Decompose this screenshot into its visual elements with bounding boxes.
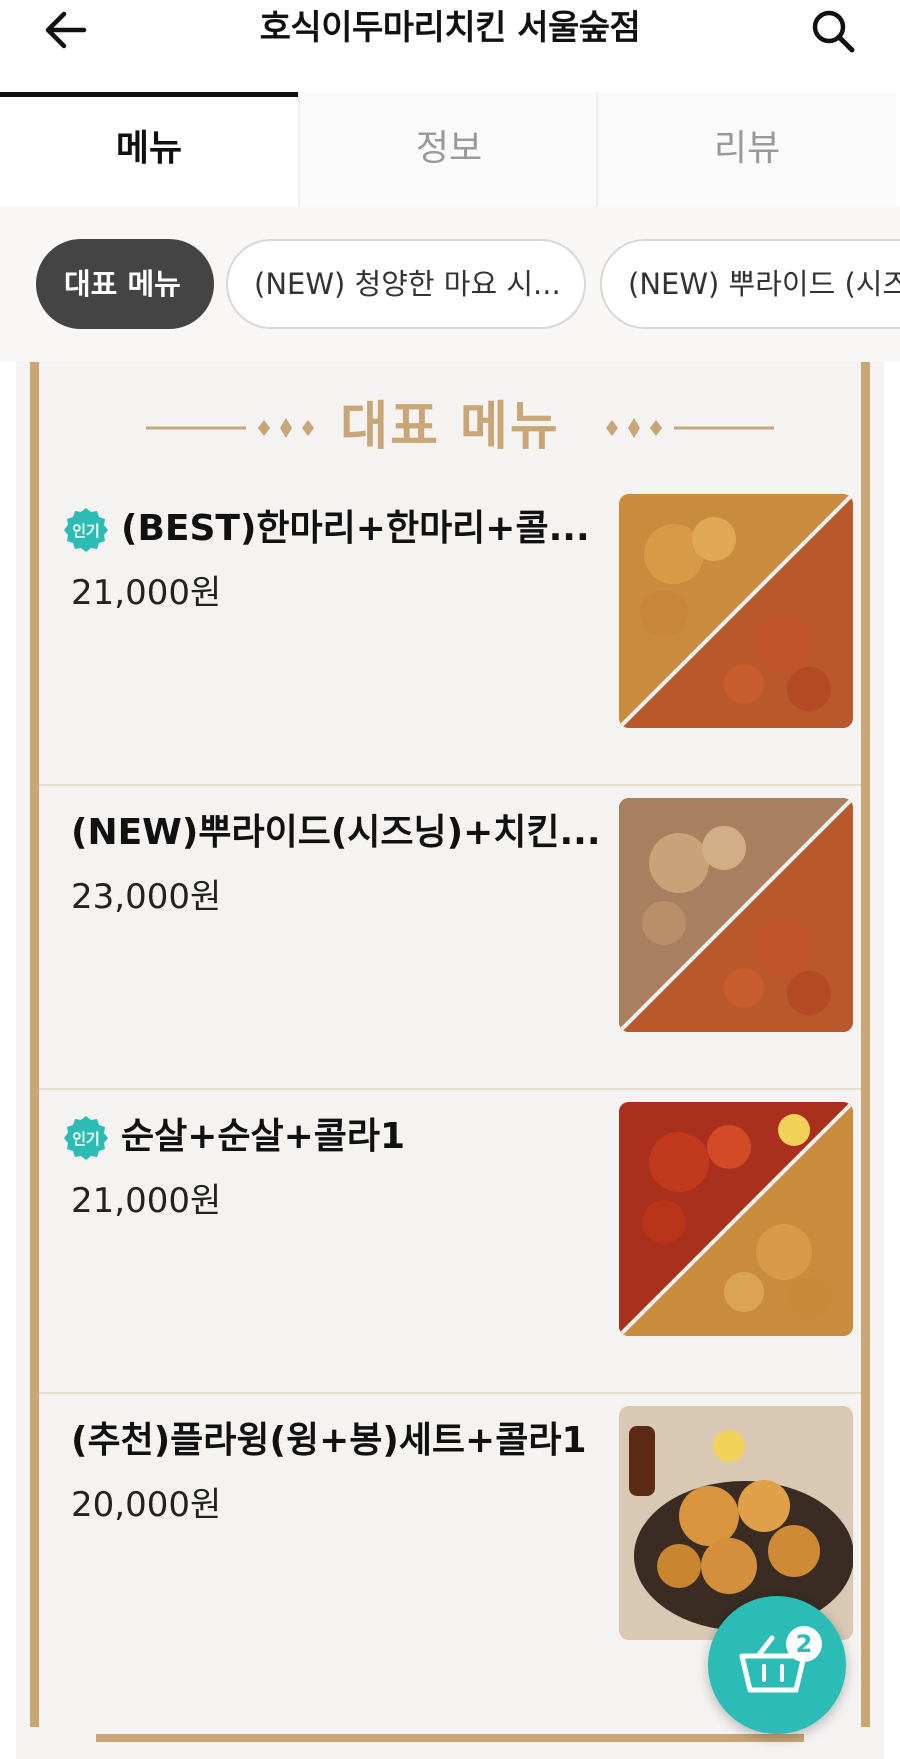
category-chip-signature[interactable]: 대표 메뉴 xyxy=(36,239,214,329)
search-icon[interactable] xyxy=(808,6,858,56)
menu-item-price: 21,000원 xyxy=(71,1181,222,1221)
tab-info[interactable]: 정보 xyxy=(298,92,598,206)
menu-item-image xyxy=(619,494,853,728)
tab-reviews[interactable]: 리뷰 xyxy=(596,92,896,206)
menu-item[interactable]: (NEW)뿌라이드(시즈닝)+치킨... 23,000원 xyxy=(39,786,861,1090)
menu-item-image xyxy=(619,1406,853,1640)
tab-bar: 메뉴 정보 리뷰 xyxy=(0,92,900,211)
section-title-text: 대표 메뉴 xyxy=(340,397,560,457)
menu-item-image xyxy=(619,1102,853,1336)
board-frame-left xyxy=(30,362,39,1727)
menu-item-price: 21,000원 xyxy=(71,573,222,613)
title-ornament-right xyxy=(606,418,774,438)
menu-item-name: (추천)플라윙(윙+봉)세트+콜라1 xyxy=(71,1420,587,1461)
menu-item-image xyxy=(619,798,853,1032)
popular-badge: 인기 xyxy=(64,1116,108,1160)
cart-count-badge: 2 xyxy=(786,1626,822,1662)
svg-text:인기: 인기 xyxy=(72,522,100,540)
category-chip-bar: 대표 메뉴 (NEW) 청양한 마요 시... (NEW) 뿌라이드 (시즈 xyxy=(0,206,900,362)
menu-item-name: (NEW)뿌라이드(시즈닝)+치킨... xyxy=(71,812,601,853)
tab-menu[interactable]: 메뉴 xyxy=(0,92,298,211)
cart-button[interactable]: 2 xyxy=(708,1596,846,1734)
board-frame-right xyxy=(861,362,870,1727)
menu-item[interactable]: 인기 (BEST)한마리+한마리+콜... 21,000원 xyxy=(39,482,861,786)
category-chip-new-ppuride[interactable]: (NEW) 뿌라이드 (시즈 xyxy=(600,239,900,329)
menu-item-price: 20,000원 xyxy=(71,1485,222,1525)
board-frame-bottom xyxy=(96,1734,804,1742)
menu-board: 대표 메뉴 인기 (BEST)한마리+한마리+콜... 21,000원 (NEW… xyxy=(16,362,884,1759)
menu-item[interactable]: 인기 순살+순살+콜라1 21,000원 xyxy=(39,1090,861,1394)
menu-item-name: 순살+순살+콜라1 xyxy=(121,1116,406,1157)
menu-item-name: (BEST)한마리+한마리+콜... xyxy=(121,508,590,549)
app-header: 호식이두마리치킨 서울숲점 xyxy=(0,0,900,92)
svg-text:인기: 인기 xyxy=(72,1130,100,1148)
menu-list: 인기 (BEST)한마리+한마리+콜... 21,000원 (NEW)뿌라이드(… xyxy=(39,482,861,1696)
menu-item-price: 23,000원 xyxy=(71,877,222,917)
popular-badge: 인기 xyxy=(64,508,108,552)
page-title: 호식이두마리치킨 서울숲점 xyxy=(259,8,641,48)
category-chip-new-mayo[interactable]: (NEW) 청양한 마요 시... xyxy=(226,239,586,329)
